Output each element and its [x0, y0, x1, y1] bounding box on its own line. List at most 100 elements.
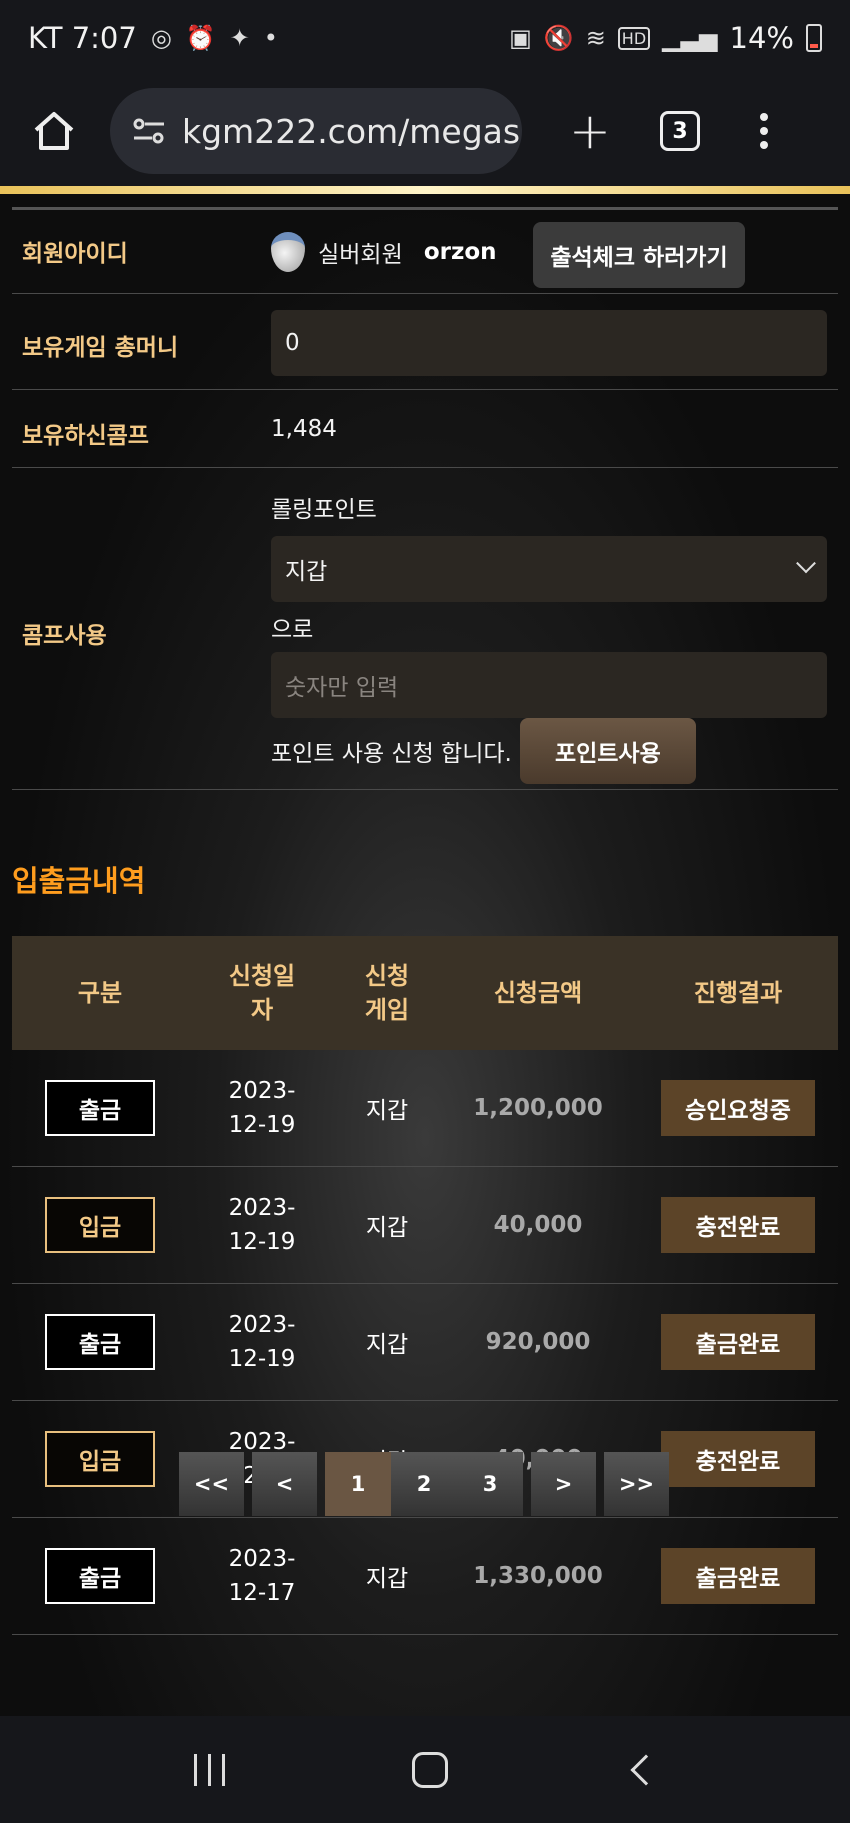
battery-percent: 14% — [729, 21, 794, 55]
nav-home-button[interactable] — [411, 1751, 448, 1788]
kebab-dot — [760, 127, 768, 135]
home-button[interactable] — [24, 101, 84, 161]
recent-apps-icon — [193, 1753, 197, 1786]
header-accent-line — [0, 186, 850, 194]
instagram-icon: ◎ — [150, 24, 172, 52]
point-request-text: 포인트 사용 신청 합니다. — [271, 741, 512, 767]
address-bar[interactable]: kgm222.com/megas — [110, 88, 522, 174]
row-game: 지갑 — [365, 1332, 409, 1358]
kebab-dot — [760, 141, 768, 149]
status-badge: 충전완료 — [661, 1431, 815, 1487]
plus-icon: + — [569, 102, 611, 160]
next-page-button[interactable]: > — [531, 1452, 596, 1516]
type-badge: 입금 — [45, 1197, 155, 1253]
user-id: orzon — [423, 239, 497, 265]
pagination: << < 1 2 3 > >> — [179, 1452, 669, 1516]
row-game: 지갑 — [365, 1098, 409, 1124]
battery-saver-icon: ▣ — [509, 24, 532, 52]
row-game: 지갑 — [365, 1215, 409, 1241]
mute-icon: 🔇 — [543, 24, 574, 52]
row-date: 2023- 12-19 — [228, 1078, 296, 1138]
status-bar: KT 7:07 ◎ ⏰ ✦ • ▣ 🔇 ≋ HD ▁▃▅ 14% — [0, 0, 850, 76]
row-date: 2023- 12-19 — [228, 1195, 296, 1255]
rolling-point-label: 롤링포인트 — [271, 497, 377, 523]
point-use-button[interactable]: 포인트사용 — [519, 718, 696, 784]
status-badge: 승인요청중 — [661, 1080, 815, 1136]
system-nav-bar — [0, 1716, 850, 1823]
table-header: 구분 신청일 자 신청 게임 신청금액 진행결과 — [12, 936, 838, 1050]
header-status: 진행결과 — [693, 979, 783, 1007]
row-amount: 1,330,000 — [473, 1563, 603, 1589]
recent-apps-icon — [207, 1753, 211, 1786]
attendance-check-button[interactable]: 출석체크 하러가기 — [533, 222, 745, 288]
member-id-label: 회원아이디 — [22, 241, 128, 267]
page-content: 회원아이디 실버회원 orzon 출석체크 하러가기 보유게임 총머니 0 보유… — [0, 194, 850, 1716]
member-id-row: 회원아이디 실버회원 orzon 출석체크 하러가기 — [12, 210, 838, 294]
row-amount: 1,200,000 — [473, 1095, 603, 1121]
url-text: kgm222.com/megas — [182, 111, 521, 151]
game-money-label: 보유게임 총머니 — [22, 335, 179, 361]
table-row: 입금 2023- 12-19 지갑 40,000 충전완료 — [12, 1167, 838, 1284]
target-select[interactable]: 지갑 — [271, 536, 827, 602]
browser-toolbar: kgm222.com/megas + 3 — [0, 76, 850, 186]
tab-count: 3 — [672, 118, 688, 144]
member-id-value: 실버회원 orzon — [271, 232, 497, 272]
comp-label: 보유하신콤프 — [22, 423, 149, 449]
history-title: 입출금내역 — [12, 864, 146, 898]
last-page-button[interactable]: >> — [604, 1452, 669, 1516]
header-amount: 신청금액 — [493, 979, 583, 1007]
new-tab-button[interactable]: + — [560, 102, 620, 160]
wifi-icon: ≋ — [585, 24, 606, 52]
silver-medal-icon — [271, 232, 305, 272]
header-date: 신청일 자 — [228, 962, 296, 1024]
page-button-1[interactable]: 1 — [325, 1452, 391, 1516]
kebab-dot — [760, 113, 768, 121]
header-type: 구분 — [77, 979, 123, 1007]
to-text: 으로 — [271, 617, 314, 643]
site-settings-icon — [133, 118, 164, 144]
type-badge: 입금 — [45, 1431, 155, 1487]
chevron-down-icon — [796, 553, 816, 574]
recent-apps-icon — [221, 1753, 225, 1786]
table-row: 출금 2023- 12-19 지갑 1,200,000 승인요청중 — [12, 1050, 838, 1167]
comp-use-row: 콤프사용 롤링포인트 지갑 으로 숫자만 입력 포인트 사용 신청 합니다. 포… — [12, 468, 838, 790]
more-menu-button[interactable] — [760, 113, 768, 149]
type-badge: 출금 — [45, 1314, 155, 1370]
prev-page-button[interactable]: < — [252, 1452, 317, 1516]
row-game: 지갑 — [365, 1566, 409, 1592]
point-amount-input[interactable]: 숫자만 입력 — [271, 652, 827, 718]
row-date: 2023- 12-19 — [228, 1312, 296, 1372]
recent-apps-button[interactable] — [193, 1753, 225, 1786]
page-button-2[interactable]: 2 — [391, 1452, 457, 1516]
signal-icon: ▁▃▅ — [662, 24, 718, 52]
table-row: 출금 2023- 12-17 지갑 1,330,000 출금완료 — [12, 1518, 838, 1635]
type-badge: 출금 — [45, 1548, 155, 1604]
hd-icon: HD — [617, 26, 651, 50]
carrier-time: KT 7:07 — [28, 21, 137, 55]
status-badge: 출금완료 — [661, 1314, 815, 1370]
status-badge: 출금완료 — [661, 1548, 815, 1604]
status-badge: 충전완료 — [661, 1197, 815, 1253]
row-date: 2023- 12-17 — [228, 1546, 296, 1606]
game-money-field: 0 — [271, 310, 827, 376]
target-select-value: 지갑 — [285, 559, 328, 585]
row-amount: 40,000 — [493, 1212, 583, 1238]
sparkle-icon: ✦ — [229, 24, 250, 52]
header-game: 신청 게임 — [364, 962, 410, 1024]
tab-switcher-button[interactable]: 3 — [660, 111, 700, 151]
member-grade: 실버회원 — [318, 242, 403, 268]
battery-icon — [806, 24, 822, 52]
game-money-row: 보유게임 총머니 0 — [12, 294, 838, 390]
page-button-3[interactable]: 3 — [457, 1452, 523, 1516]
type-badge: 출금 — [45, 1080, 155, 1136]
alarm-icon: ⏰ — [185, 24, 216, 52]
back-button[interactable] — [629, 1753, 662, 1786]
row-amount: 920,000 — [485, 1329, 591, 1355]
home-icon — [34, 112, 74, 150]
comp-row: 보유하신콤프 1,484 — [12, 390, 838, 468]
first-page-button[interactable]: << — [179, 1452, 244, 1516]
comp-value: 1,484 — [271, 416, 337, 442]
comp-use-label: 콤프사용 — [22, 623, 107, 649]
point-request-line: 포인트 사용 신청 합니다. 포인트사용 — [271, 718, 827, 784]
table-row: 출금 2023- 12-19 지갑 920,000 출금완료 — [12, 1284, 838, 1401]
